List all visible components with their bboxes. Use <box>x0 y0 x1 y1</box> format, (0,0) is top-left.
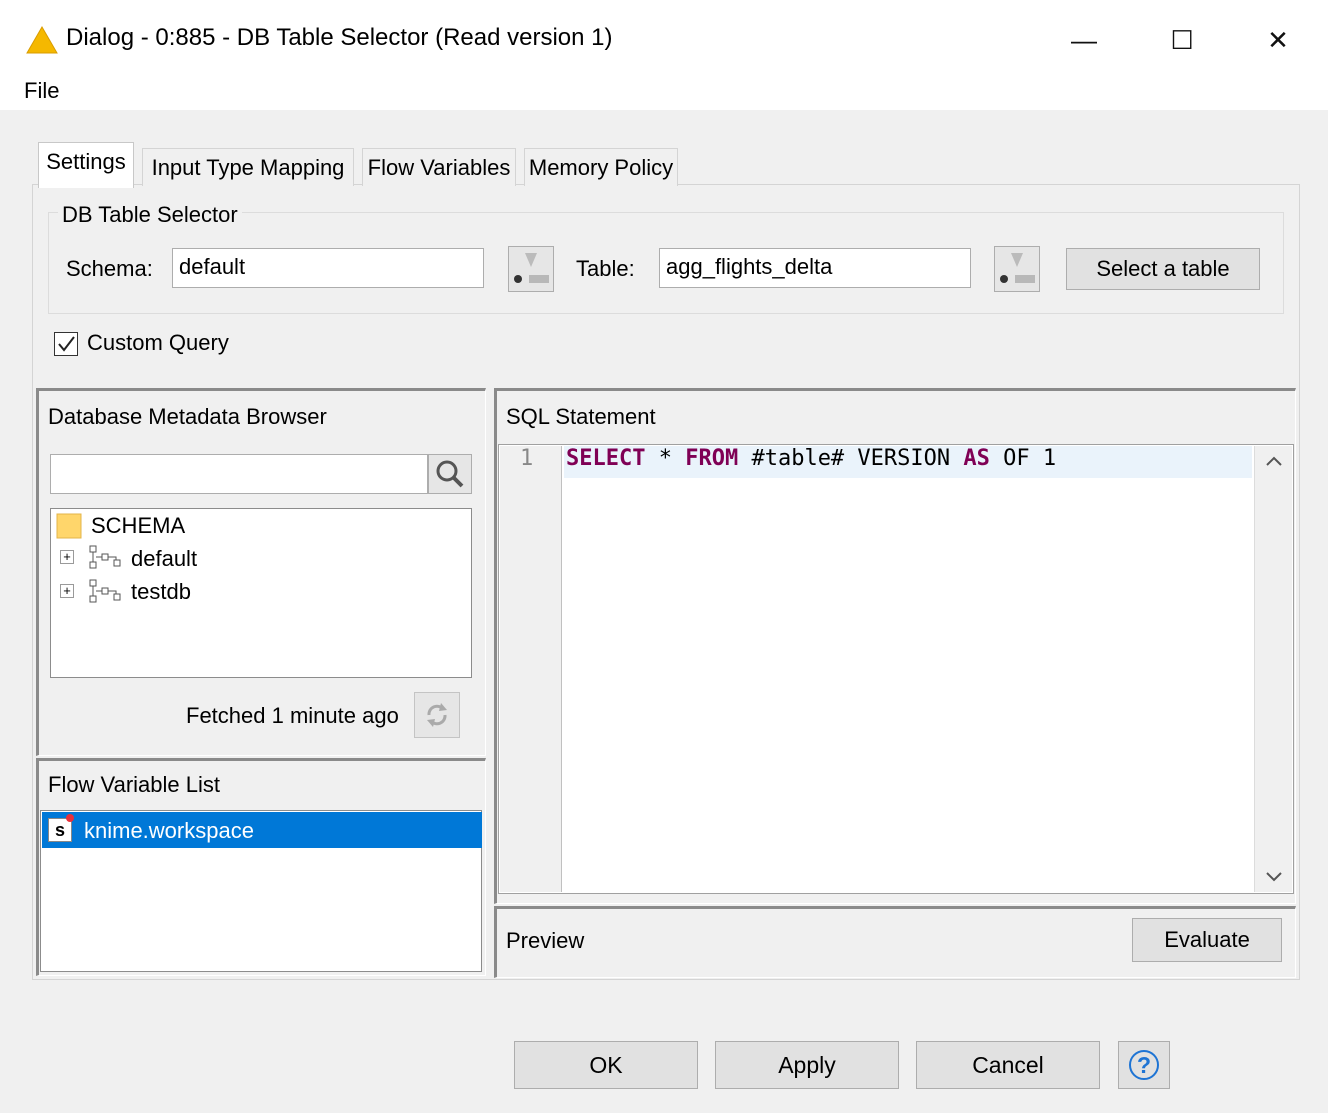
window-title: Dialog - 0:885 - DB Table Selector (Read… <box>66 24 613 51</box>
tab-settings[interactable]: Settings <box>38 142 134 188</box>
sql-keyword: AS <box>963 446 990 471</box>
tree-root-schema[interactable]: SCHEMA <box>91 513 185 539</box>
tree-item-testdb[interactable]: testdb <box>131 579 191 605</box>
minimize-button[interactable]: — <box>1058 20 1110 60</box>
sql-token: OF 1 <box>989 446 1057 471</box>
sql-keyword: SELECT <box>566 446 646 471</box>
tab-memory-policy[interactable]: Memory Policy <box>524 148 678 186</box>
tree-item-default[interactable]: default <box>131 546 197 572</box>
close-icon: ✕ <box>1267 24 1289 55</box>
table-input[interactable]: agg_flights_delta <box>659 248 971 288</box>
apply-button[interactable]: Apply <box>715 1041 899 1089</box>
sql-code-line[interactable]: SELECT * FROM #table# VERSION AS OF 1 <box>566 446 1056 471</box>
metadata-browser-title: Database Metadata Browser <box>48 404 327 429</box>
table-label: Table: <box>576 256 635 281</box>
expand-icon[interactable]: + <box>60 550 74 564</box>
metadata-search-input[interactable] <box>50 454 428 494</box>
fetched-status: Fetched 1 minute ago <box>186 703 399 728</box>
search-icon <box>436 460 464 488</box>
maximize-button[interactable]: ☐ <box>1156 20 1208 60</box>
cancel-button[interactable]: Cancel <box>916 1041 1100 1089</box>
flow-variable-name: knime.workspace <box>84 818 254 843</box>
preview-label: Preview <box>506 928 585 953</box>
sql-statement-title: SQL Statement <box>506 404 656 429</box>
variable-badge-dot <box>66 814 74 822</box>
minimize-icon: — <box>1071 24 1097 55</box>
flow-variable-icon <box>1000 253 1035 283</box>
schema-icon <box>89 579 121 603</box>
tab-flow-variables[interactable]: Flow Variables <box>362 148 516 186</box>
schema-label: Schema: <box>66 256 153 281</box>
sql-keyword: FROM <box>685 446 739 471</box>
db-table-selector-title: DB Table Selector <box>58 202 242 228</box>
evaluate-button[interactable]: Evaluate <box>1132 918 1282 962</box>
tab-input-type-mapping[interactable]: Input Type Mapping <box>142 148 354 186</box>
sql-vertical-scrollbar[interactable] <box>1254 446 1292 892</box>
sql-token: #table# VERSION <box>738 446 964 471</box>
warning-icon <box>26 26 58 54</box>
schema-flow-variable-button[interactable] <box>508 246 554 292</box>
menu-bar <box>0 70 1328 110</box>
sql-token: * <box>645 446 686 471</box>
refresh-icon <box>427 703 447 727</box>
scroll-down-icon[interactable] <box>1264 870 1284 884</box>
close-button[interactable]: ✕ <box>1252 20 1304 60</box>
flow-variable-list-title: Flow Variable List <box>48 772 220 797</box>
maximize-icon: ☐ <box>1170 24 1194 55</box>
table-flow-variable-button[interactable] <box>994 246 1040 292</box>
select-table-button[interactable]: Select a table <box>1066 248 1260 290</box>
custom-query-label[interactable]: Custom Query <box>87 330 229 356</box>
line-number-gutter <box>500 446 562 892</box>
custom-query-checkbox[interactable] <box>54 332 78 356</box>
help-icon: ? <box>1129 1050 1159 1080</box>
schema-input[interactable]: default <box>172 248 484 288</box>
sql-editor[interactable] <box>498 444 1294 894</box>
help-button[interactable]: ? <box>1118 1041 1170 1089</box>
flow-variable-icon <box>514 253 549 283</box>
expand-icon[interactable]: + <box>60 584 74 598</box>
checkmark-icon <box>58 336 75 352</box>
search-button[interactable] <box>428 454 472 494</box>
schema-icon <box>89 545 121 569</box>
folder-icon <box>56 513 82 539</box>
line-number: 1 <box>520 446 534 471</box>
ok-button[interactable]: OK <box>514 1041 698 1089</box>
scroll-up-icon[interactable] <box>1264 454 1284 468</box>
menu-file[interactable]: File <box>24 78 59 104</box>
refresh-button[interactable] <box>414 692 460 738</box>
